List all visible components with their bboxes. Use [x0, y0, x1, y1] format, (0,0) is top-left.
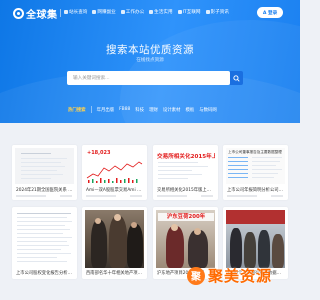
card-thumbnail: 交易所相关化2015年上市公司: [156, 148, 215, 184]
card-thumbnail: [15, 210, 74, 268]
nav-item-0[interactable]: 站长查询: [64, 9, 87, 15]
category-icon: [120, 10, 125, 14]
category-icon: [92, 10, 97, 14]
stock-chart-image: [86, 161, 143, 183]
stock-value: +18,023: [87, 150, 111, 156]
hot-search-row: 热门搜索 年月出版 FB88 科技 理财 设计素材 模板 与数码网: [68, 106, 217, 113]
card-meta: [60, 195, 72, 197]
hot-tag[interactable]: FB88: [119, 107, 130, 112]
hero-banner: 全球集 站长查询 网赚副业 工作办公 生活实用 IT互联网 影子资讯 A 登录 …: [0, 0, 300, 123]
search-button[interactable]: [230, 71, 243, 85]
nav-label: 影子资讯: [210, 10, 229, 15]
hot-tag[interactable]: 模板: [185, 107, 194, 113]
category-icon: [149, 10, 154, 14]
nav-label: 工作办公: [125, 10, 145, 15]
card-title: 西南部名华十年相关地产项目整理: [86, 271, 144, 276]
login-label: A 登录: [262, 10, 278, 16]
site-logo[interactable]: 全球集: [13, 7, 58, 21]
category-icon: [177, 10, 182, 14]
watermark-text: 聚美资源: [208, 267, 273, 285]
hot-tag[interactable]: 年月出版: [97, 107, 115, 113]
card-meta: [271, 195, 283, 197]
card-thumbnail: [226, 210, 285, 268]
card-meta: [130, 195, 142, 197]
resource-card[interactable]: 西南部名华十年相关地产项目整理: [82, 207, 147, 279]
image-overlay-title: 沪东豆荷200年: [158, 213, 214, 221]
nav-label: IT互联网: [182, 10, 201, 15]
card-meta: [227, 195, 257, 197]
hero-subtitle: 在线找点资源: [136, 58, 164, 63]
nav-item-5[interactable]: 影子资讯: [205, 9, 229, 15]
card-title: 上市公司年报简明分析公司财务报...: [227, 188, 285, 193]
card-thumbnail: 沪东豆荷200年: [156, 210, 215, 268]
category-icon: [64, 10, 68, 14]
nav-label: 站长查询: [69, 10, 88, 15]
hot-tag[interactable]: 理财: [149, 107, 158, 113]
globe-icon: [13, 8, 24, 19]
hot-tag[interactable]: 与数码网: [199, 107, 217, 113]
top-nav-bar: 全球集 站长查询 网赚副业 工作办公 生活实用 IT互联网 影子资讯 A 登录: [0, 0, 300, 26]
nav-item-3[interactable]: 生活实用: [149, 9, 173, 15]
main-nav: 站长查询 网赚副业 工作办公 生活实用 IT互联网 影子资讯: [64, 9, 229, 15]
nav-label: 网赚副业: [97, 10, 116, 15]
resource-card[interactable]: 上市公司股权变化报告分析及...: [12, 207, 77, 279]
logo-text: 全球集: [26, 10, 58, 21]
search-icon: [233, 74, 240, 82]
news-headline: 交易所相关化2015年上市公司: [157, 154, 215, 160]
hot-search-label: 热门搜索: [68, 107, 86, 113]
hot-tag[interactable]: 设计素材: [163, 107, 181, 113]
card-title: Ami—双A股股票交易Ami 第A股Ami股...: [86, 188, 144, 193]
hero-title: 搜索本站优质资源: [106, 44, 194, 56]
nav-item-1[interactable]: 网赚副业: [92, 9, 116, 15]
nav-item-4[interactable]: IT互联网: [177, 9, 201, 15]
thumb-heading: 上市公司董事报告及主要数据整理: [228, 150, 282, 154]
card-meta: [86, 195, 116, 197]
nav-divider: [60, 9, 61, 17]
card-title: 上市公司股权变化报告分析及...: [16, 271, 74, 276]
nav-label: 生活实用: [154, 10, 173, 15]
card-thumbnail: [15, 148, 74, 184]
resource-card[interactable]: 2024年21期全国医院关系 10周分享...: [12, 145, 77, 200]
card-thumbnail: +18,023: [85, 148, 144, 184]
card-title: 交易所相关化2015年版上市公司名...: [157, 188, 215, 193]
login-button[interactable]: A 登录: [257, 7, 283, 18]
card-meta: [157, 195, 187, 197]
card-thumbnail: 上市公司董事报告及主要数据整理: [226, 148, 285, 184]
card-title: 2024年21期全国医院关系 10周分享...: [16, 188, 74, 193]
resource-card[interactable]: 交易所相关化2015年上市公司 交易所相关化2015年版上市公司名...: [153, 145, 218, 200]
hot-tag[interactable]: 科技: [135, 107, 144, 113]
nav-item-2[interactable]: 工作办公: [120, 9, 145, 15]
category-icon: [205, 10, 210, 14]
card-thumbnail: [85, 210, 144, 268]
card-meta: [201, 195, 213, 197]
resource-card[interactable]: 上市公司董事报告及主要数据整理 上市公司年报简明分析公司财务报...: [223, 145, 288, 200]
divider: [90, 106, 92, 113]
resource-card[interactable]: +18,023 Ami—双A股股票交易Ami 第A股Ami股...: [82, 145, 147, 200]
card-meta: [16, 195, 46, 197]
search-input[interactable]: 输入关键词搜索...: [67, 71, 230, 85]
watermark-logo: 聚 聚美资源: [187, 265, 272, 286]
watermark-badge: 聚: [187, 266, 205, 285]
